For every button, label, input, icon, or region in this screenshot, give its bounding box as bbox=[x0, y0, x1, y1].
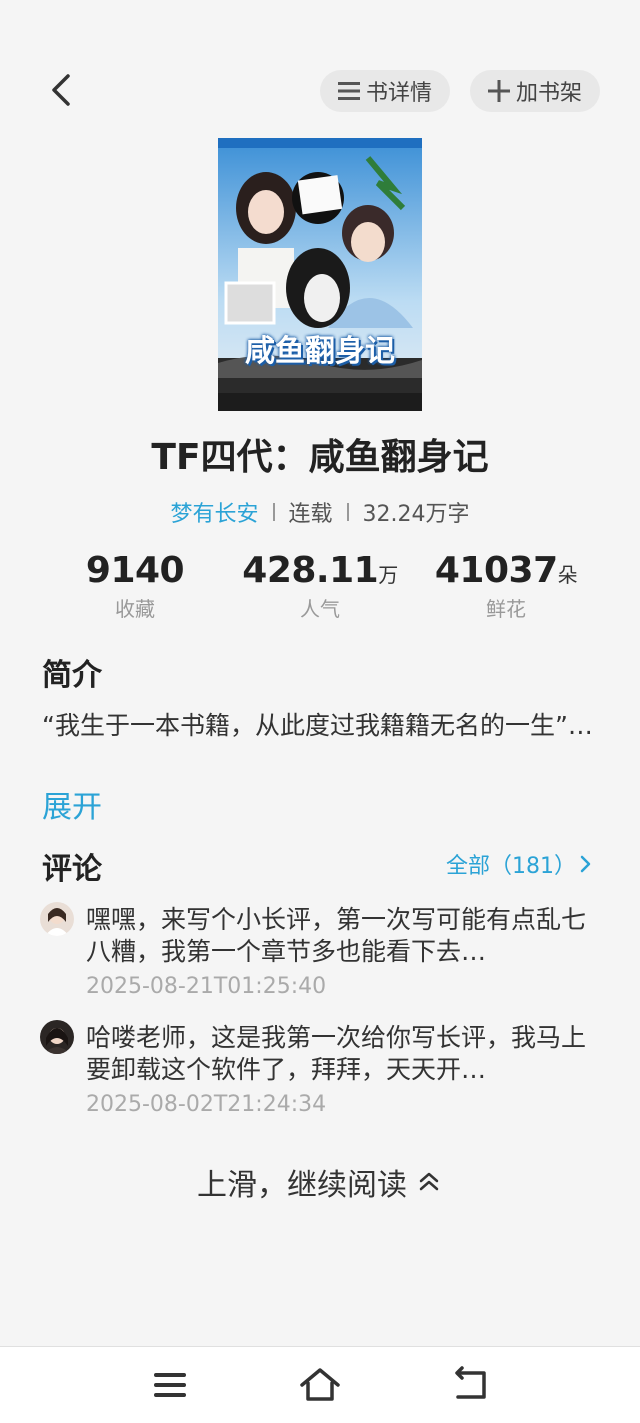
chevron-left-icon bbox=[52, 74, 70, 106]
book-cover[interactable]: 咸鱼翻身记 bbox=[218, 138, 422, 411]
stat-value: 9140 bbox=[85, 550, 185, 591]
meta-divider bbox=[272, 503, 275, 521]
comment-text: 哈喽老师，这是我第一次给你写长评，我马上要卸载这个软件了，拜拜，天天开… bbox=[86, 1023, 587, 1084]
stat-unit: 朵 bbox=[557, 563, 578, 587]
stat-flowers: 41037朵 鲜花 bbox=[406, 550, 606, 622]
system-navigation-bar bbox=[0, 1346, 640, 1423]
comment-time: 2025-08-21T01:25:40 bbox=[86, 974, 327, 999]
nav-home-button[interactable] bbox=[298, 1363, 342, 1407]
stat-unit: 万 bbox=[378, 563, 398, 587]
home-icon bbox=[300, 1368, 340, 1401]
stat-label: 鲜花 bbox=[486, 597, 526, 621]
avatar bbox=[40, 1020, 74, 1054]
nav-back-button[interactable] bbox=[448, 1363, 492, 1407]
book-detail-label: 书详情 bbox=[365, 81, 432, 106]
stat-label: 收藏 bbox=[115, 597, 155, 621]
stat-value: 428.11 bbox=[242, 550, 379, 591]
all-comments-link[interactable]: 全部（181） bbox=[446, 848, 594, 880]
book-title: TF四代：咸鱼翻身记 bbox=[151, 437, 489, 478]
stat-label: 人气 bbox=[300, 597, 340, 621]
stat-favorites: 9140 收藏 bbox=[35, 550, 235, 622]
add-to-shelf-button[interactable]: 加书架 bbox=[470, 70, 600, 112]
status-text: 连载 bbox=[288, 502, 333, 527]
double-chevron-up-icon bbox=[419, 1172, 439, 1191]
add-to-shelf-label: 加书架 bbox=[515, 81, 582, 106]
continue-reading-button[interactable]: 上滑，继续阅读 bbox=[0, 1160, 640, 1204]
book-meta: 梦有长安 连载 32.24万字 bbox=[0, 496, 640, 528]
chevron-right-icon bbox=[580, 855, 591, 873]
comment-text: 嘿嘿，来写个小长评，第一次写可能有点乱七八糟，我第一个章节多也能看下去… bbox=[86, 905, 587, 966]
continue-reading-label: 上滑，继续阅读 bbox=[197, 1168, 407, 1203]
back-button[interactable] bbox=[40, 68, 84, 112]
list-icon bbox=[337, 81, 360, 101]
cover-artwork bbox=[218, 138, 422, 411]
expand-button[interactable]: 展开 bbox=[42, 782, 102, 826]
back-arrow-icon bbox=[455, 1366, 486, 1399]
all-comments-label: 全部（181） bbox=[446, 854, 576, 879]
plus-icon bbox=[487, 80, 510, 102]
comments-heading: 评论 bbox=[42, 852, 102, 887]
word-count: 32.24万字 bbox=[362, 502, 470, 527]
stat-popularity: 428.11万 人气 bbox=[220, 550, 420, 622]
intro-heading: 简介 bbox=[42, 658, 102, 693]
avatar bbox=[40, 902, 74, 936]
cover-title: 咸鱼翻身记 bbox=[245, 334, 395, 369]
stat-value: 41037 bbox=[434, 550, 558, 591]
menu-icon bbox=[154, 1373, 186, 1397]
author-link[interactable]: 梦有长安 bbox=[170, 496, 258, 528]
nav-menu-button[interactable] bbox=[148, 1363, 192, 1407]
meta-divider bbox=[346, 503, 349, 521]
intro-text: “我生于一本书籍，从此度过我籍籍无名的一生”… bbox=[42, 711, 593, 740]
comment-time: 2025-08-02T21:24:34 bbox=[86, 1092, 327, 1117]
book-detail-button[interactable]: 书详情 bbox=[320, 70, 450, 112]
